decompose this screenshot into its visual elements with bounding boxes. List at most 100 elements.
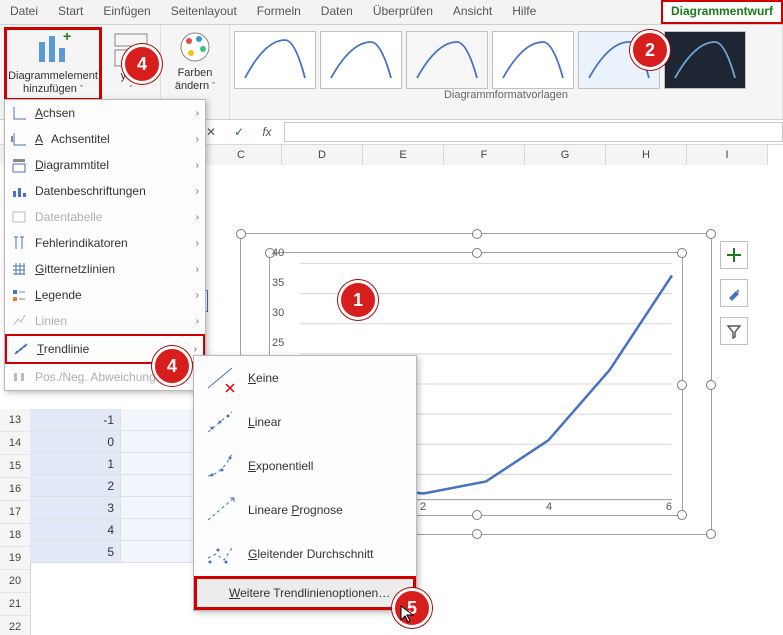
menu-item-axis-titles[interactable]: A Achsentitel Achsentitel› — [5, 126, 205, 152]
cell[interactable]: 1 — [30, 453, 121, 475]
menu-label: Pos./Neg. Abweichung — [35, 370, 156, 384]
submenu-label: Linear — [248, 415, 281, 429]
menu-label-full: Achsentitel — [51, 132, 110, 146]
chart-styles-group-label: Diagrammformatvorlagen — [234, 89, 778, 101]
callout-4a: 4 — [122, 44, 162, 84]
menu-item-error-bars[interactable]: Fehlerindikatoren› — [5, 230, 205, 256]
style-thumb[interactable] — [664, 31, 746, 89]
menu-item-gridlines[interactable]: Gitternetzlinien› — [5, 256, 205, 282]
table-row: 1 — [30, 453, 212, 475]
cursor-icon — [400, 605, 414, 623]
change-colors-label1: Farben — [178, 67, 213, 80]
row-header[interactable]: 20 — [0, 570, 30, 593]
cell[interactable]: 2 — [30, 475, 121, 497]
chevron-right-icon: › — [196, 238, 199, 249]
row-header[interactable]: 16 — [0, 478, 30, 501]
table-row: 0 — [30, 431, 212, 453]
data-table-icon — [11, 209, 27, 225]
col-header[interactable]: E — [363, 145, 444, 165]
col-header[interactable]: D — [282, 145, 363, 165]
legend-icon — [11, 287, 27, 303]
row-header[interactable]: 14 — [0, 432, 30, 455]
style-thumb[interactable] — [492, 31, 574, 89]
col-header[interactable]: C — [201, 145, 282, 165]
add-chart-element-label2: hinzufügen ˇ — [23, 83, 83, 96]
moving-avg-icon — [204, 538, 236, 570]
lines-icon — [11, 313, 27, 329]
forecast-icon — [204, 494, 236, 526]
row-headers: 13 14 15 16 17 18 19 20 21 22 23 — [0, 409, 31, 635]
menu-label: A — [35, 132, 43, 146]
menu-label: Datentabelle — [35, 210, 102, 224]
tab-chart-design[interactable]: Diagrammentwurf — [661, 0, 783, 24]
chart-elements-icon[interactable] — [720, 241, 748, 269]
tab-review[interactable]: Überprüfen — [363, 0, 443, 24]
add-chart-element-button[interactable]: + Diagrammelement hinzufügen ˇ — [4, 27, 102, 101]
menu-item-axes[interactable]: Achsen › — [5, 100, 205, 126]
tab-data[interactable]: Daten — [311, 0, 363, 24]
cell[interactable]: 4 — [30, 519, 121, 541]
menu-label: Achsen — [35, 106, 75, 120]
add-chart-element-icon: + — [35, 32, 71, 68]
style-thumb[interactable] — [234, 31, 316, 89]
submenu-label: Gleitender Durchschnitt — [248, 547, 373, 561]
tab-home[interactable]: Start — [48, 0, 93, 24]
style-thumb[interactable] — [406, 31, 488, 89]
tab-view[interactable]: Ansicht — [443, 0, 502, 24]
cell[interactable]: 0 — [30, 431, 121, 453]
trendline-submenu: Keine Linear Exponentiell Lineare Progno… — [193, 355, 417, 611]
none-icon — [204, 362, 236, 394]
chart-styles-gallery[interactable] — [234, 27, 778, 89]
updown-bars-icon — [11, 369, 27, 385]
row-header[interactable]: 17 — [0, 501, 30, 524]
cell[interactable]: 3 — [30, 497, 121, 519]
axes-icon — [11, 105, 27, 121]
tab-help[interactable]: Hilfe — [502, 0, 546, 24]
submenu-item-none[interactable]: Keine — [194, 356, 416, 400]
submenu-item-exponential[interactable]: Exponentiell — [194, 444, 416, 488]
cell[interactable]: 5 — [30, 541, 121, 563]
tab-insert[interactable]: Einfügen — [93, 0, 160, 24]
row-header[interactable]: 19 — [0, 547, 30, 570]
row-header[interactable]: 21 — [0, 593, 30, 616]
menu-label: Legende — [35, 288, 82, 302]
chart-title-icon — [11, 157, 27, 173]
formula-enter-icon[interactable]: ✓ — [228, 125, 250, 139]
style-thumb[interactable] — [320, 31, 402, 89]
col-header[interactable]: H — [606, 145, 687, 165]
chevron-right-icon: › — [196, 108, 199, 119]
axis-titles-icon — [11, 131, 27, 147]
fx-icon[interactable]: fx — [256, 125, 278, 139]
col-header[interactable]: I — [687, 145, 768, 165]
chevron-right-icon: › — [196, 264, 199, 275]
submenu-label: Keine — [248, 371, 279, 385]
submenu-more-label: Weitere Trendlinienoptionen… — [229, 586, 390, 600]
col-header[interactable]: G — [525, 145, 606, 165]
tab-formulas[interactable]: Formeln — [247, 0, 311, 24]
chevron-right-icon: › — [196, 134, 199, 145]
data-labels-icon — [11, 183, 27, 199]
row-header[interactable]: 13 — [0, 409, 30, 432]
menu-item-data-labels[interactable]: Datenbeschriftungen› — [5, 178, 205, 204]
menu-item-legend[interactable]: Legende› — [5, 282, 205, 308]
submenu-item-more-options[interactable]: Weitere Trendlinienoptionen… — [194, 576, 416, 610]
submenu-item-linear[interactable]: Linear — [194, 400, 416, 444]
tab-file[interactable]: Datei — [0, 0, 48, 24]
row-header[interactable]: 15 — [0, 455, 30, 478]
row-header[interactable]: 18 — [0, 524, 30, 547]
row-header[interactable]: 22 — [0, 616, 30, 635]
chart-style-icon[interactable] — [720, 279, 748, 307]
menu-item-chart-title[interactable]: Diagrammtitel› — [5, 152, 205, 178]
formula-bar-input[interactable] — [284, 122, 783, 142]
add-chart-element-label1: Diagrammelement — [8, 70, 98, 83]
chevron-right-icon: › — [194, 344, 197, 355]
submenu-item-moving-average[interactable]: Gleitender Durchschnitt — [194, 532, 416, 576]
submenu-item-linear-forecast[interactable]: Lineare Prognose Lineare Prognose — [194, 488, 416, 532]
table-row: 2 — [30, 475, 212, 497]
change-colors-button[interactable]: Farben ändern ˇ — [165, 27, 225, 95]
col-header[interactable]: F — [444, 145, 525, 165]
tab-pagelayout[interactable]: Seitenlayout — [161, 0, 247, 24]
cell[interactable]: -1 — [30, 409, 121, 431]
chart-filter-icon[interactable] — [720, 317, 748, 345]
submenu-label: Exponentiell — [248, 459, 313, 473]
